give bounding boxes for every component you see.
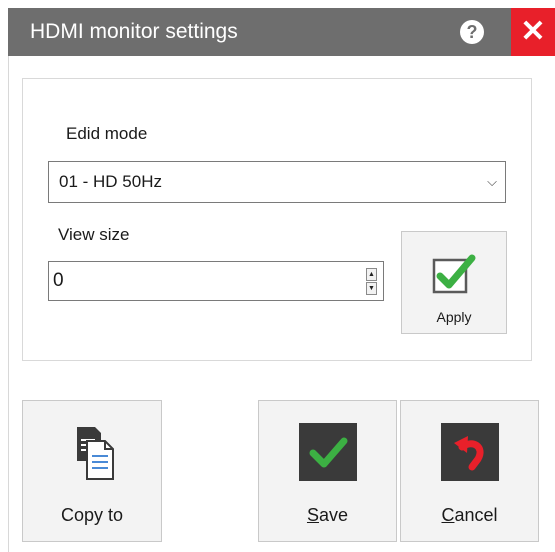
checkbox-check-icon [432,254,476,294]
undo-arrow-icon [440,423,499,481]
spin-up-icon[interactable]: ▲ [366,268,377,281]
apply-button[interactable]: Apply [401,231,507,334]
save-button[interactable]: Save [258,400,397,542]
title-bar: HDMI monitor settings ? ✕ [8,8,555,56]
cancel-label-rest: ancel [454,505,498,525]
cancel-mnemonic: C [441,505,455,525]
cancel-button[interactable]: Cancel [400,400,539,542]
window-title: HDMI monitor settings [30,20,238,43]
view-size-value: 0 [53,270,64,291]
copy-to-button[interactable]: Copy to [22,400,162,542]
green-check-icon [298,423,357,481]
copy-documents-icon [77,427,114,480]
spin-down-icon[interactable]: ▼ [366,282,377,295]
view-size-field[interactable]: 0 ▲ ▼ [48,261,384,301]
save-label-rest: ave [318,505,349,525]
edid-mode-select[interactable]: 01 - HD 50Hz ⌵ [48,161,506,203]
edid-mode-value: 01 - HD 50Hz [59,172,162,191]
copy-to-label: Copy to [60,505,124,525]
apply-label: Apply [436,309,472,325]
edid-mode-label: Edid mode [66,124,148,143]
save-mnemonic: S [306,505,319,525]
chevron-down-icon: ⌵ [487,174,497,189]
help-icon[interactable]: ? [460,20,484,44]
view-size-label: View size [58,225,130,244]
close-icon[interactable]: ✕ [511,8,555,56]
save-label: Save [259,505,396,526]
cancel-label: Cancel [401,505,538,526]
